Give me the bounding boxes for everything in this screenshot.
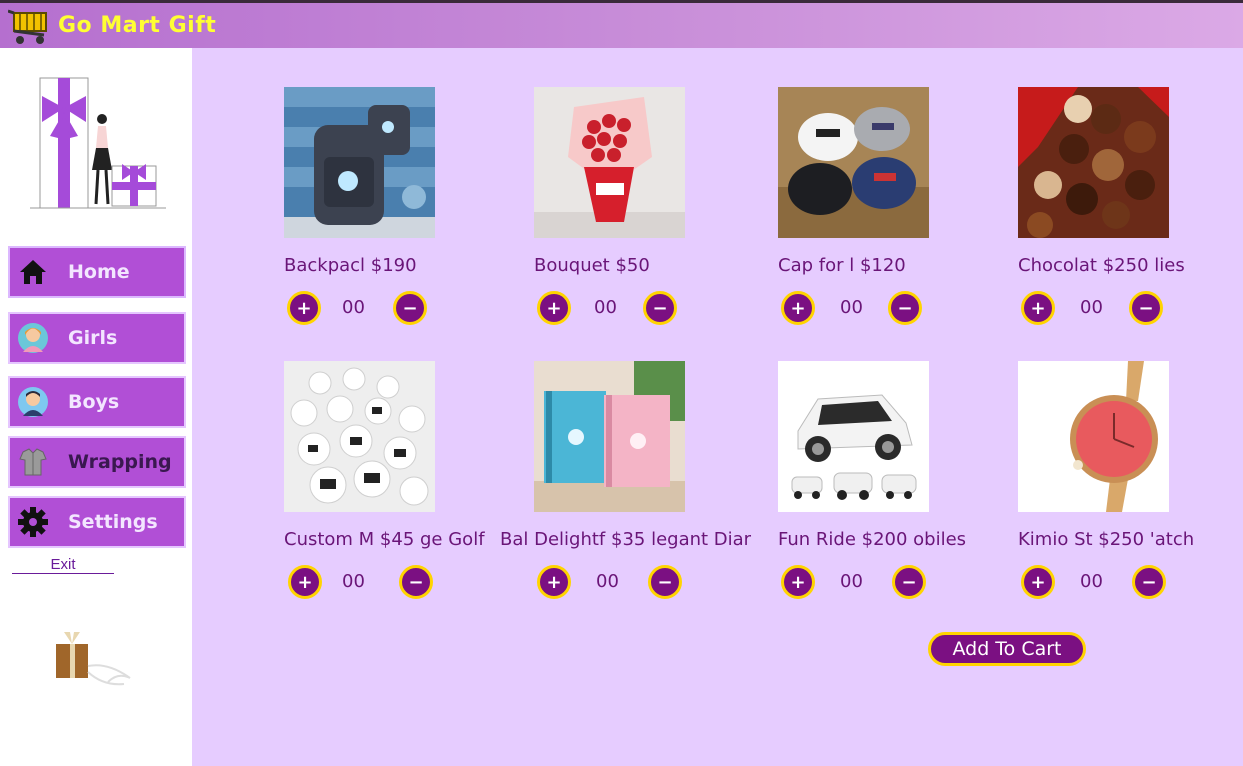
increase-button[interactable]: + — [781, 291, 815, 325]
quantity-value: 00 — [1080, 297, 1103, 318]
exit-link[interactable]: Exit — [12, 556, 114, 574]
increase-button[interactable]: + — [288, 565, 322, 599]
decrease-button[interactable]: − — [892, 565, 926, 599]
sidebar-item-wrapping[interactable]: Wrapping — [8, 436, 186, 488]
quantity-value: 00 — [1080, 571, 1103, 592]
product-name: Custom M $45 ge Golf — [284, 529, 485, 550]
increase-button[interactable]: + — [1021, 291, 1055, 325]
sidebar-item-home[interactable]: Home — [8, 246, 186, 298]
product-name: Fun Ride $200 obiles — [778, 529, 967, 550]
decrease-button[interactable]: − — [648, 565, 682, 599]
boy-avatar-icon — [16, 385, 50, 419]
decrease-button[interactable]: − — [1132, 565, 1166, 599]
shopping-cart-icon — [8, 9, 47, 44]
product-card: Cap for l $120 + 00 − — [778, 87, 998, 327]
product-card: Fun Ride $200 obiles + 00 − — [778, 361, 998, 601]
caps-image — [778, 87, 929, 238]
product-name: Chocolat $250 lies — [1018, 255, 1185, 276]
bouquet-image — [534, 87, 685, 238]
quantity-value: 00 — [596, 571, 619, 592]
sidebar-item-label: Wrapping — [68, 451, 172, 473]
decrease-button[interactable]: − — [399, 565, 433, 599]
add-to-cart-button[interactable]: Add To Cart — [928, 632, 1086, 666]
increase-button[interactable]: + — [287, 291, 321, 325]
sidebar-item-label: Boys — [68, 391, 120, 413]
increase-button[interactable]: + — [537, 291, 571, 325]
increase-button[interactable]: + — [781, 565, 815, 599]
quantity-value: 00 — [594, 297, 617, 318]
backpack-image — [284, 87, 435, 238]
house-icon — [16, 255, 50, 289]
quantity-value: 00 — [342, 571, 365, 592]
product-card: Custom M $45 ge Golf + 00 − — [284, 361, 504, 601]
diary-image — [534, 361, 685, 512]
gift-logo-image — [30, 77, 166, 209]
product-card: Chocolat $250 lies + 00 − — [1018, 87, 1238, 327]
product-name: Kimio St $250 'atch — [1018, 529, 1195, 550]
decrease-button[interactable]: − — [393, 291, 427, 325]
app-title: Go Mart Gift — [58, 13, 217, 38]
girl-avatar-icon — [16, 321, 50, 355]
gear-icon — [16, 505, 50, 539]
sidebar: Home Girls Boys Wrapping Settings Exit — [0, 48, 192, 766]
shirt-wrap-icon — [16, 445, 50, 479]
product-card: Bouquet $50 + 00 − — [534, 87, 754, 327]
sidebar-item-label: Home — [68, 261, 130, 283]
product-card: Backpacl $190 + 00 − — [284, 87, 504, 327]
quantity-value: 00 — [840, 297, 863, 318]
decrease-button[interactable]: − — [888, 291, 922, 325]
product-name: Bouquet $50 — [534, 255, 650, 276]
quantity-value: 00 — [342, 297, 365, 318]
sidebar-item-girls[interactable]: Girls — [8, 312, 186, 364]
product-name: Backpacl $190 — [284, 255, 417, 276]
sidebar-item-label: Settings — [68, 511, 158, 533]
product-name: Bal Delightf $35 legant Diar — [500, 529, 752, 550]
gift-box-image — [56, 632, 131, 686]
sidebar-item-boys[interactable]: Boys — [8, 376, 186, 428]
decrease-button[interactable]: − — [1129, 291, 1163, 325]
increase-button[interactable]: + — [1021, 565, 1055, 599]
sidebar-item-label: Girls — [68, 327, 118, 349]
product-card: Kimio St $250 'atch + 00 − — [1018, 361, 1238, 601]
product-name: Cap for l $120 — [778, 255, 906, 276]
title-bar: Go Mart Gift — [0, 0, 1243, 48]
increase-button[interactable]: + — [537, 565, 571, 599]
product-card: Bal Delightf $35 legant Diar + 00 − — [500, 361, 754, 601]
quantity-value: 00 — [840, 571, 863, 592]
watch-image — [1018, 361, 1169, 512]
decrease-button[interactable]: − — [643, 291, 677, 325]
golf-balls-image — [284, 361, 435, 512]
toy-car-image — [778, 361, 929, 512]
sidebar-item-settings[interactable]: Settings — [8, 496, 186, 548]
chocolates-image — [1018, 87, 1169, 238]
